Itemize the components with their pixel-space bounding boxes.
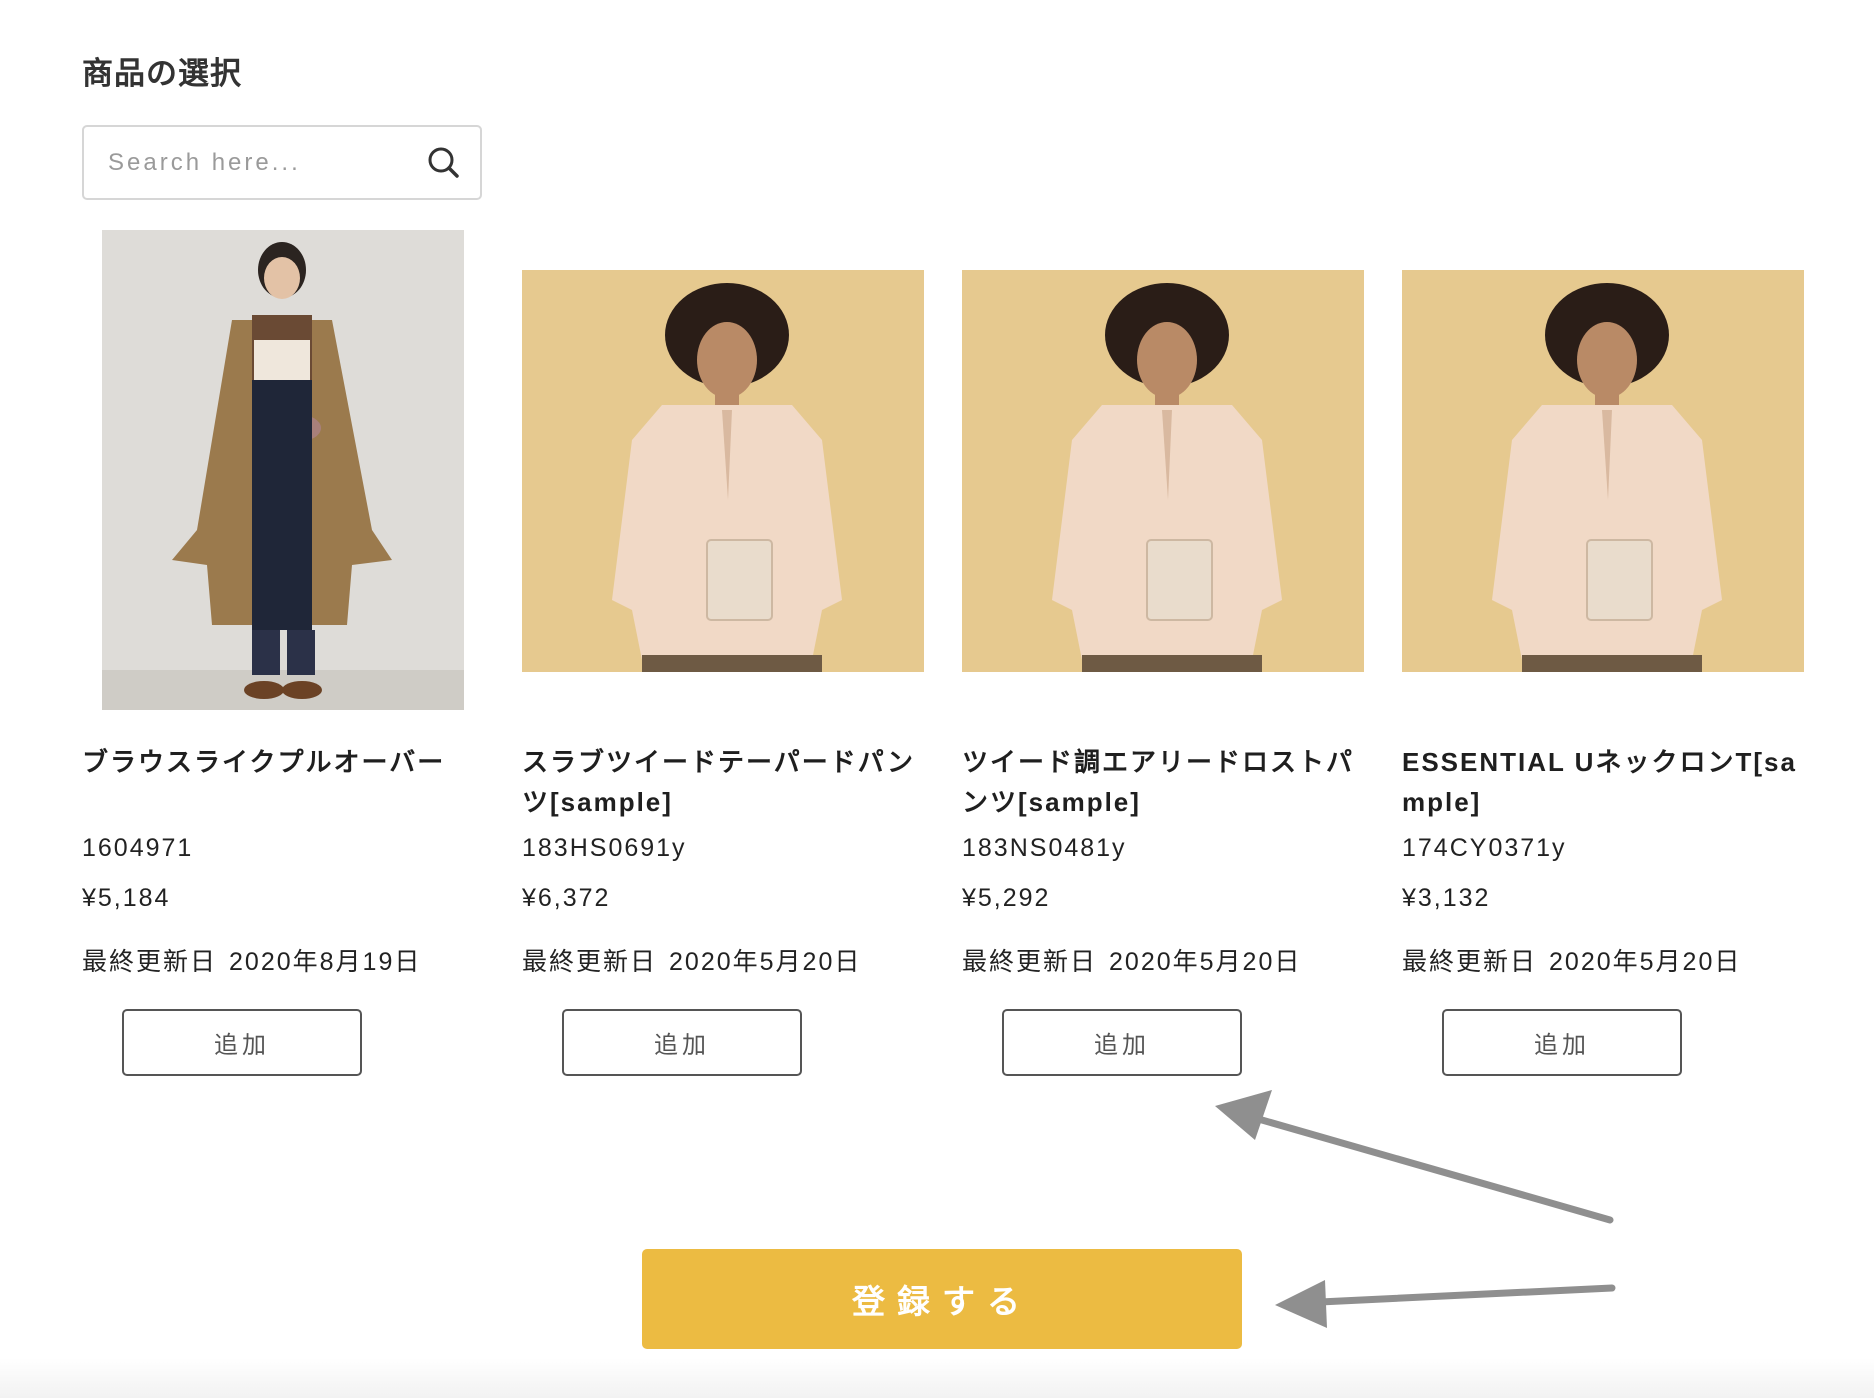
product-updated: 最終更新日 2020年5月20日: [1402, 942, 1741, 978]
updated-date: 2020年5月20日: [669, 948, 862, 976]
product-image: [1402, 270, 1804, 672]
product-image: [102, 230, 464, 710]
product-card: ツイード調エアリードロストパンツ[sample] 183NS0481y ¥5,2…: [962, 0, 1366, 1100]
product-code: 174CY0371y: [1402, 834, 1567, 862]
product-code: 1604971: [82, 834, 194, 862]
product-image: [522, 270, 924, 672]
updated-label: 最終更新日: [522, 948, 658, 976]
add-button[interactable]: 追加: [122, 1009, 362, 1076]
product-name: スラブツイードテーパードパンツ[sample]: [522, 747, 916, 817]
product-price: ¥3,132: [1402, 884, 1491, 912]
product-code: 183NS0481y: [962, 834, 1127, 862]
updated-date: 2020年8月19日: [229, 948, 422, 976]
product-image: [962, 270, 1364, 672]
product-name: ESSENTIAL UネックロンT[sample]: [1402, 747, 1797, 817]
add-button[interactable]: 追加: [1442, 1009, 1682, 1076]
updated-label: 最終更新日: [962, 948, 1098, 976]
product-updated: 最終更新日 2020年5月20日: [962, 942, 1301, 978]
updated-date: 2020年5月20日: [1109, 948, 1302, 976]
product-price: ¥6,372: [522, 884, 611, 912]
product-code: 183HS0691y: [522, 834, 687, 862]
product-updated: 最終更新日 2020年5月20日: [522, 942, 861, 978]
product-price: ¥5,184: [82, 884, 171, 912]
register-button[interactable]: 登録する: [642, 1249, 1242, 1349]
updated-label: 最終更新日: [1402, 948, 1538, 976]
bottom-fade: [0, 1358, 1874, 1398]
add-button[interactable]: 追加: [562, 1009, 802, 1076]
product-name: ツイード調エアリードロストパンツ[sample]: [962, 747, 1355, 817]
add-button[interactable]: 追加: [1002, 1009, 1242, 1076]
product-updated: 最終更新日 2020年8月19日: [82, 942, 421, 978]
product-selection-page: 商品の選択 Search here... ブラウスライクプルオーバー 16049…: [0, 0, 1874, 1398]
product-price: ¥5,292: [962, 884, 1051, 912]
product-name: ブラウスライクプルオーバー: [82, 747, 446, 777]
arrow-to-add-button: [1215, 1090, 1614, 1224]
product-card: ESSENTIAL UネックロンT[sample] 174CY0371y ¥3,…: [1402, 0, 1806, 1100]
updated-label: 最終更新日: [82, 948, 218, 976]
product-card: スラブツイードテーパードパンツ[sample] 183HS0691y ¥6,37…: [522, 0, 926, 1100]
arrow-to-register-button: [1275, 1280, 1616, 1328]
updated-date: 2020年5月20日: [1549, 948, 1742, 976]
product-card: ブラウスライクプルオーバー 1604971 ¥5,184 最終更新日 2020年8…: [82, 0, 486, 1100]
